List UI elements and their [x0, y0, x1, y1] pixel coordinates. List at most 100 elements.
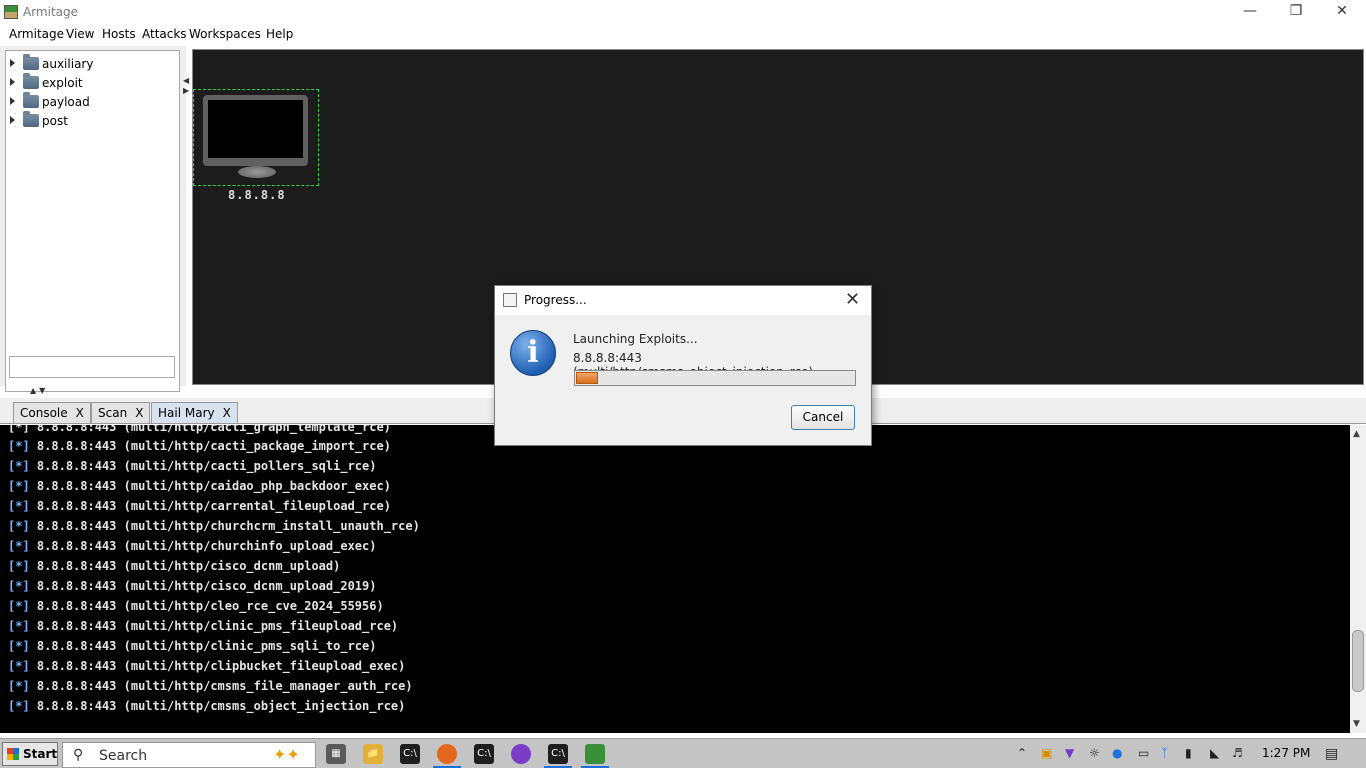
menu-help[interactable]: Help	[266, 27, 293, 41]
progress-bar	[574, 370, 856, 386]
tree-item-label: post	[42, 114, 68, 128]
tray-overflow-icon[interactable]: ⌃	[1017, 746, 1027, 760]
tab-close-icon[interactable]: X	[223, 406, 231, 420]
usb-icon[interactable]: ▭	[1138, 746, 1149, 760]
network-tool-icon[interactable]: ☼	[1089, 746, 1100, 760]
tab-label: Console	[20, 406, 68, 420]
menu-attacks[interactable]: Attacks	[142, 27, 187, 41]
expand-arrow-icon[interactable]	[10, 59, 15, 67]
expand-arrow-icon[interactable]	[10, 116, 15, 124]
menu-view[interactable]: View	[66, 27, 94, 41]
status-tag: [*]	[8, 579, 30, 593]
search-icon: ⚲	[73, 747, 84, 763]
status-tag: [*]	[8, 459, 30, 473]
status-tag: [*]	[8, 699, 30, 713]
tab-scan[interactable]: Scan X	[91, 402, 151, 423]
armitage-app-icon	[4, 5, 18, 19]
notifications-icon[interactable]: ▤	[1325, 746, 1338, 762]
console-line: [*] 8.8.8.8:443 (multi/http/cacti_packag…	[8, 439, 391, 453]
tree-item-auxiliary[interactable]: auxiliary	[6, 54, 176, 74]
tray-app-icon[interactable]: ▣	[1041, 746, 1052, 760]
console-scrollbar[interactable]: ▲ ▼	[1350, 425, 1366, 733]
tab-console[interactable]: Console X	[13, 402, 91, 423]
module-search-input[interactable]	[9, 356, 175, 378]
terminal-icon[interactable]: C:\	[474, 744, 494, 764]
status-tag: [*]	[8, 659, 30, 673]
scroll-up-icon[interactable]: ▲	[1353, 429, 1360, 439]
bluetooth-icon[interactable]: ᛉ	[1161, 746, 1168, 760]
clock[interactable]: 1:27 PM	[1262, 746, 1310, 760]
console-line: [*] 8.8.8.8:443 (multi/http/cacti_poller…	[8, 459, 377, 473]
host-node[interactable]: 8.8.8.8	[193, 89, 319, 202]
module-browser: auxiliary exploit payload post	[0, 46, 186, 392]
console-line: [*] 8.8.8.8:443 (multi/http/cisco_dcnm_u…	[8, 579, 377, 593]
console-line: [*] 8.8.8.8:443 (multi/http/cmsms_file_m…	[8, 679, 413, 693]
status-tag: [*]	[8, 439, 30, 453]
start-label: Start	[23, 747, 58, 761]
menu-armitage[interactable]: Armitage	[9, 27, 64, 41]
console-line: [*] 8.8.8.8:443 (multi/http/churchcrm_in…	[8, 519, 420, 533]
taskbar: Start ⚲ Search ✦✦ ▦ 📁 C:\ C:\ C:\ ⌃ ▣ ▼ …	[0, 738, 1366, 768]
monitor-stand	[238, 166, 276, 178]
title-bar: Armitage — ❐ ✕	[0, 0, 1366, 24]
tree-item-label: payload	[42, 95, 90, 109]
sw-icon[interactable]: ●	[1112, 746, 1122, 760]
monitor-screen	[208, 100, 303, 158]
console-line: [*] 8.8.8.8:443 (multi/http/clinic_pms_f…	[8, 619, 399, 633]
scrollbar-thumb[interactable]	[1352, 630, 1364, 692]
tor-browser-icon[interactable]	[511, 744, 531, 764]
tree-item-exploit[interactable]: exploit	[6, 73, 176, 93]
tab-label: Scan	[98, 406, 128, 420]
expand-arrow-icon[interactable]	[10, 97, 15, 105]
scroll-down-icon[interactable]: ▼	[1353, 719, 1360, 729]
terminal-icon[interactable]: C:\	[400, 744, 420, 764]
expand-arrow-icon[interactable]	[10, 78, 15, 86]
console-line: [*] 8.8.8.8:443 (multi/http/clipbucket_f…	[8, 659, 406, 673]
console-line: [*] 8.8.8.8:443 (multi/http/caidao_php_b…	[8, 479, 391, 493]
cancel-button[interactable]: Cancel	[791, 405, 855, 430]
menu-workspaces[interactable]: Workspaces	[189, 27, 261, 41]
tab-label: Hail Mary	[158, 406, 215, 420]
splitter-arrows-icon[interactable]: ▲▼	[30, 386, 48, 395]
console-line-partial: [*] 8.8.8.8:443 (multi/http/cacti_graph_…	[8, 425, 391, 434]
terminal-icon[interactable]: C:\	[544, 744, 572, 768]
progress-dialog: Progress... ✕ i Launching Exploits... 8.…	[494, 285, 872, 446]
splitter-collapse-icon[interactable]: ◀ ▶	[183, 76, 189, 96]
armitage-icon[interactable]	[581, 744, 609, 768]
folder-icon	[23, 73, 39, 89]
restore-button[interactable]: ❐	[1273, 0, 1319, 24]
taskbar-search[interactable]: ⚲ Search ✦✦	[62, 742, 316, 768]
tab-hail-mary[interactable]: Hail Mary X	[151, 402, 238, 423]
tab-close-icon[interactable]: X	[76, 406, 84, 420]
vpn-icon[interactable]: ▼	[1065, 746, 1074, 760]
menu-hosts[interactable]: Hosts	[102, 27, 136, 41]
console-output[interactable]: [*] 8.8.8.8:443 (multi/http/cacti_graph_…	[0, 425, 1350, 733]
console-line: [*] 8.8.8.8:443 (multi/http/cisco_dcnm_u…	[8, 559, 341, 573]
status-tag: [*]	[8, 679, 30, 693]
start-button[interactable]: Start	[2, 742, 58, 766]
console-line: [*] 8.8.8.8:443 (multi/http/churchinfo_u…	[8, 539, 377, 553]
status-tag: [*]	[8, 599, 30, 613]
file-explorer-icon[interactable]: 📁	[363, 744, 383, 764]
tree-item-payload[interactable]: payload	[6, 92, 176, 112]
menu-bar: Armitage View Hosts Attacks Workspaces H…	[0, 25, 1366, 45]
wifi-icon[interactable]: ◣	[1210, 746, 1219, 760]
close-window-button[interactable]: ✕	[1319, 0, 1365, 24]
dialog-close-icon[interactable]: ✕	[845, 289, 860, 310]
folder-icon	[23, 54, 39, 70]
battery-icon[interactable]: ▮	[1185, 746, 1192, 760]
status-tag: [*]	[8, 539, 30, 553]
monitor-icon	[203, 95, 308, 166]
status-tag: [*]	[8, 479, 30, 493]
firefox-icon[interactable]	[433, 744, 461, 768]
minimize-button[interactable]: —	[1227, 0, 1273, 24]
console-line: [*] 8.8.8.8:443 (multi/http/cmsms_object…	[8, 699, 406, 713]
status-tag: [*]	[8, 639, 30, 653]
volume-icon[interactable]: ♬	[1232, 746, 1243, 760]
tree-item-post[interactable]: post	[6, 111, 176, 131]
tab-close-icon[interactable]: X	[135, 406, 143, 420]
task-view-icon[interactable]: ▦	[326, 744, 346, 764]
windows-logo-icon	[7, 748, 19, 760]
window-title: Armitage	[23, 5, 79, 19]
module-tree: auxiliary exploit payload post	[5, 50, 180, 392]
